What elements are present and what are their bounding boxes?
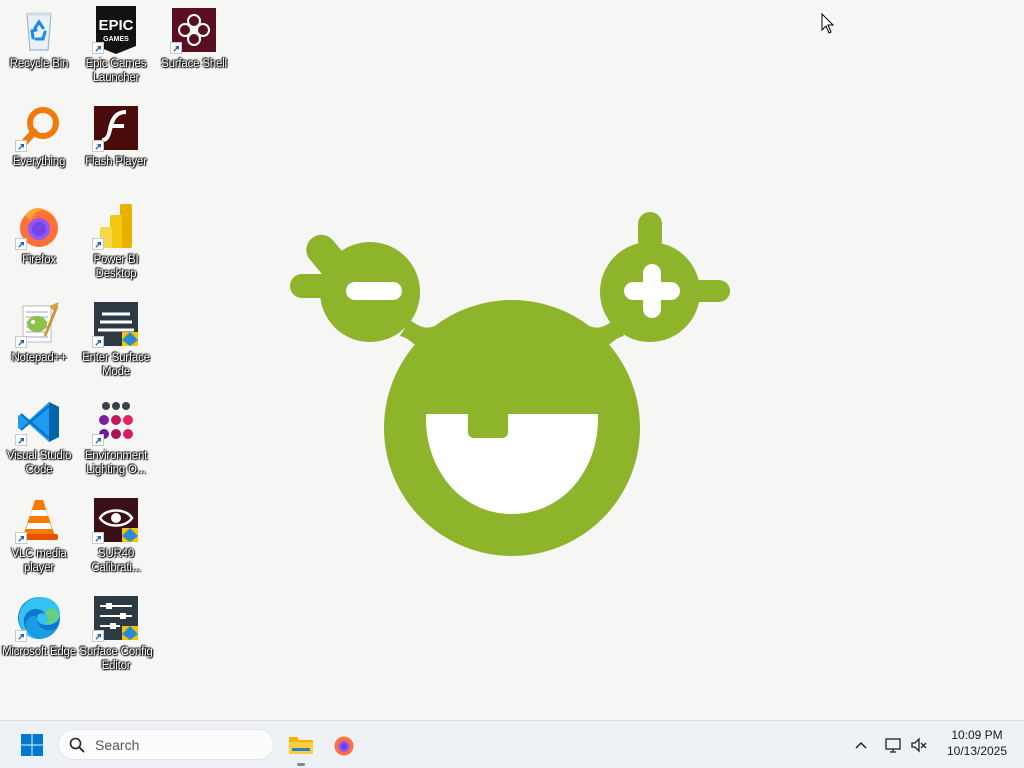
desktop-icon-flash-player[interactable]: Flash Player — [77, 104, 155, 196]
surface-config-editor-icon — [92, 594, 140, 642]
shortcut-arrow-icon — [92, 336, 104, 348]
taskbar-search-box[interactable]: Search — [58, 729, 274, 760]
desktop-icon-power-bi-desktop[interactable]: Power BI Desktop — [77, 202, 155, 294]
desktop-icon-label: SUR40 Calibrati... — [91, 548, 141, 574]
shortcut-arrow-icon — [92, 532, 104, 544]
shortcut-arrow-icon — [15, 630, 27, 642]
taskbar: Search 10:09 PM 10/13/2025 — [0, 720, 1024, 768]
desktop-icon-label: Environment Lighting O... — [84, 450, 148, 476]
shortcut-arrow-icon — [92, 140, 104, 152]
desktop-icon-label: Everything — [12, 156, 66, 168]
shortcut-arrow-icon — [15, 238, 27, 250]
desktop[interactable]: Recycle Bin Everything Firefox Notepad++… — [0, 0, 1024, 720]
shortcut-arrow-icon — [15, 434, 27, 446]
desktop-icon-everything[interactable]: Everything — [0, 104, 78, 196]
desktop-icon-label: Microsoft Edge — [2, 646, 76, 658]
sur40-calibration-icon — [92, 496, 140, 544]
clock-date: 10/13/2025 — [946, 744, 1008, 758]
clock-time: 10:09 PM — [951, 728, 1003, 742]
desktop-icon-label: Enter Surface Mode — [82, 352, 150, 378]
desktop-icon-label: Notepad++ — [11, 352, 67, 364]
flash-player-icon — [92, 104, 140, 152]
network-icon — [885, 738, 901, 753]
taskbar-file-explorer-button[interactable] — [282, 725, 320, 766]
desktop-icon-epic-games-launcher[interactable]: EPIC GAMES Epic Games Launcher — [77, 6, 155, 98]
show-hidden-icons-button[interactable] — [848, 725, 874, 765]
epic-logo-text: EPIC — [98, 17, 133, 34]
taskbar-clock[interactable]: 10:09 PM 10/13/2025 — [938, 727, 1016, 763]
desktop-icon-label: Epic Games Launcher — [85, 58, 147, 84]
active-app-indicator — [297, 763, 305, 766]
firefox-icon — [15, 202, 63, 250]
desktop-icon-label: Surface Shell — [161, 58, 227, 70]
taskbar-firefox-button[interactable] — [325, 725, 363, 765]
everything-icon — [15, 104, 63, 152]
network-status-button[interactable] — [880, 725, 906, 765]
search-placeholder: Search — [95, 736, 140, 753]
desktop-icon-label: Firefox — [22, 254, 56, 266]
edge-icon — [15, 594, 63, 642]
surface-mode-icon — [92, 300, 140, 348]
desktop-icon-environment-lighting[interactable]: Environment Lighting O... — [77, 398, 155, 490]
desktop-icon-recycle-bin[interactable]: Recycle Bin — [0, 6, 78, 98]
shortcut-arrow-icon — [92, 238, 104, 250]
desktop-icon-label: Surface Config Editor — [79, 646, 153, 672]
shortcut-arrow-icon — [92, 42, 104, 54]
desktop-icon-label: Power BI Desktop — [93, 254, 139, 280]
folder-icon — [289, 737, 313, 754]
desktop-icon-surface-shell[interactable]: Surface Shell — [155, 6, 233, 98]
chevron-up-icon — [855, 741, 867, 749]
vscode-icon — [15, 398, 63, 446]
desktop-icon-visual-studio-code[interactable]: Visual Studio Code — [0, 398, 78, 490]
desktop-icon-label: Recycle Bin — [9, 58, 69, 70]
shortcut-arrow-icon — [92, 434, 104, 446]
desktop-icon-surface-config-editor[interactable]: Surface Config Editor — [77, 594, 155, 686]
firefox-icon — [334, 736, 354, 756]
desktop-icon-enter-surface-mode[interactable]: Enter Surface Mode — [77, 300, 155, 392]
notepad-plus-plus-icon — [15, 300, 63, 348]
desktop-icon-microsoft-edge[interactable]: Microsoft Edge — [0, 594, 78, 686]
start-button[interactable] — [12, 725, 52, 765]
volume-muted-icon — [911, 737, 927, 753]
search-icon — [69, 737, 85, 752]
windows-logo-icon — [21, 734, 43, 756]
shortcut-arrow-icon — [170, 42, 182, 54]
shortcut-arrow-icon — [15, 532, 27, 544]
environment-lighting-icon — [92, 398, 140, 446]
wallpaper-logo — [290, 212, 730, 556]
shortcut-arrow-icon — [92, 630, 104, 642]
desktop-icon-notepad-plus-plus[interactable]: Notepad++ — [0, 300, 78, 392]
epic-logo-subtext: GAMES — [103, 36, 129, 43]
desktop-icon-label: Visual Studio Code — [6, 450, 72, 476]
desktop-icon-label: Flash Player — [85, 156, 147, 168]
recycle-bin-icon — [15, 6, 63, 54]
surface-shell-icon — [170, 6, 218, 54]
desktop-icon-sur40-calibration[interactable]: SUR40 Calibrati... — [77, 496, 155, 588]
desktop-icon-firefox[interactable]: Firefox — [0, 202, 78, 294]
vlc-icon — [15, 496, 63, 544]
epic-games-icon: EPIC GAMES — [92, 6, 140, 54]
desktop-icon-vlc-media-player[interactable]: VLC media player — [0, 496, 78, 588]
volume-button[interactable] — [906, 725, 932, 765]
shortcut-arrow-icon — [15, 336, 27, 348]
desktop-icon-label: VLC media player — [11, 548, 67, 574]
power-bi-icon — [92, 202, 140, 250]
shortcut-arrow-icon — [15, 140, 27, 152]
mouse-cursor-icon — [821, 13, 835, 34]
